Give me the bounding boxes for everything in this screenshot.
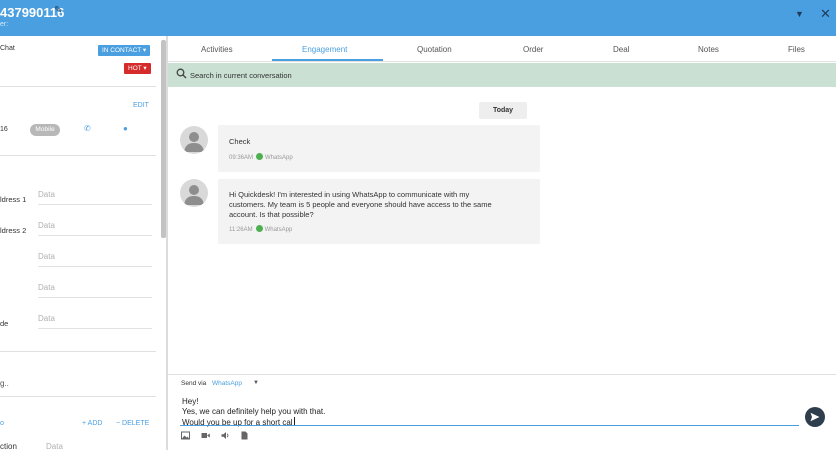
phone-type-badge: Mobile (30, 124, 60, 136)
search-input[interactable]: Search in current conversation (190, 71, 292, 80)
field-action[interactable]: Data (46, 442, 63, 450)
tab-activities[interactable]: Activities (201, 45, 233, 54)
note-field[interactable]: g.. (0, 379, 9, 388)
message-time: 09:36AM (229, 155, 254, 161)
send-channel-select[interactable]: WhatsApp (212, 380, 242, 387)
field-address-1[interactable]: Data (38, 190, 152, 205)
tab-notes[interactable]: Notes (698, 45, 719, 54)
message-text: Hi Quickdesk! I'm interested in using Wh… (229, 190, 470, 199)
tab-quotation[interactable]: Quotation (417, 45, 452, 54)
divider (0, 396, 156, 397)
tab-bar (168, 36, 836, 62)
field-label-code: de (0, 319, 9, 328)
divider (0, 155, 156, 156)
caret-down-icon[interactable]: ▼ (795, 9, 804, 19)
delete-button[interactable]: − DELETE (116, 420, 149, 427)
send-via-label: Send via (181, 380, 207, 387)
pencil-icon[interactable]: ✎ (54, 5, 62, 16)
message-text: customers. My team is 5 people and every… (229, 200, 492, 209)
whatsapp-icon (255, 225, 263, 232)
phone-icon[interactable]: ✆ (84, 124, 91, 133)
message-time: 11:26AM (229, 227, 253, 233)
active-tab-indicator (272, 59, 383, 61)
field-label-address-2: ldress 2 (0, 226, 27, 235)
date-separator: Today (479, 102, 527, 119)
field-address-2[interactable]: Data (38, 221, 152, 236)
input-focus-line (180, 425, 799, 426)
tab-deal[interactable]: Deal (613, 45, 629, 54)
divider (0, 351, 156, 352)
top-bar: 437990116 ✎ er: ▼ ✕ (0, 0, 836, 36)
image-icon[interactable] (181, 431, 190, 440)
tab-files[interactable]: Files (788, 45, 805, 54)
avatar (180, 179, 208, 207)
whatsapp-icon (256, 153, 264, 160)
draft-line-last: Would you be up for a short cal (182, 417, 325, 428)
field-4[interactable]: Data (38, 283, 152, 298)
divider (0, 86, 156, 87)
message-channel: WhatsApp (264, 227, 293, 233)
message-meta: 11:26AM WhatsApp (229, 225, 292, 233)
field-label-address-1: ldress 1 (0, 195, 27, 204)
close-icon[interactable]: ✕ (820, 6, 831, 22)
audio-icon[interactable] (221, 431, 230, 440)
section-link[interactable]: o (0, 420, 4, 427)
caret-down-icon[interactable]: ▼ (253, 380, 259, 386)
draft-line: Yes, we can definitely help you with tha… (182, 407, 326, 416)
message-bubble: Hi Quickdesk! I'm interested in using Wh… (218, 179, 540, 244)
message-channel: WhatsApp (265, 155, 293, 161)
message-meta: 09:36AM WhatsApp (229, 153, 293, 161)
field-label-action: ction (0, 442, 17, 450)
avatar (180, 126, 208, 154)
contact-details-panel (0, 36, 167, 450)
video-icon[interactable] (201, 431, 210, 440)
channel-label: Chat (0, 45, 15, 52)
message-text: Check (229, 137, 251, 146)
lead-temperature-dropdown[interactable]: HOT ▾ (124, 63, 151, 74)
document-icon[interactable] (240, 431, 249, 440)
field-code[interactable]: Data (38, 314, 152, 329)
contact-status-dropdown[interactable]: IN CONTACT ▾ (98, 45, 151, 56)
composer-divider (168, 374, 836, 375)
chat-bubble-icon[interactable]: ● (123, 124, 128, 133)
tab-engagement[interactable]: Engagement (302, 45, 347, 54)
edit-button[interactable]: EDIT (133, 102, 149, 109)
send-icon (810, 412, 820, 422)
message-bubble: Check 09:36AM WhatsApp (218, 125, 540, 172)
contact-subtitle: er: (0, 21, 9, 28)
draft-line: Hey! (182, 397, 199, 406)
tab-order[interactable]: Order (523, 45, 543, 54)
add-button[interactable]: + ADD (82, 420, 102, 427)
search-icon (176, 68, 187, 82)
phone-number: 16 (0, 126, 8, 133)
message-input[interactable]: Hey! Yes, we can definitely help you wit… (182, 397, 325, 428)
field-3[interactable]: Data (38, 252, 152, 267)
message-text: account. Is that possible? (229, 210, 314, 219)
send-button[interactable] (805, 407, 825, 427)
